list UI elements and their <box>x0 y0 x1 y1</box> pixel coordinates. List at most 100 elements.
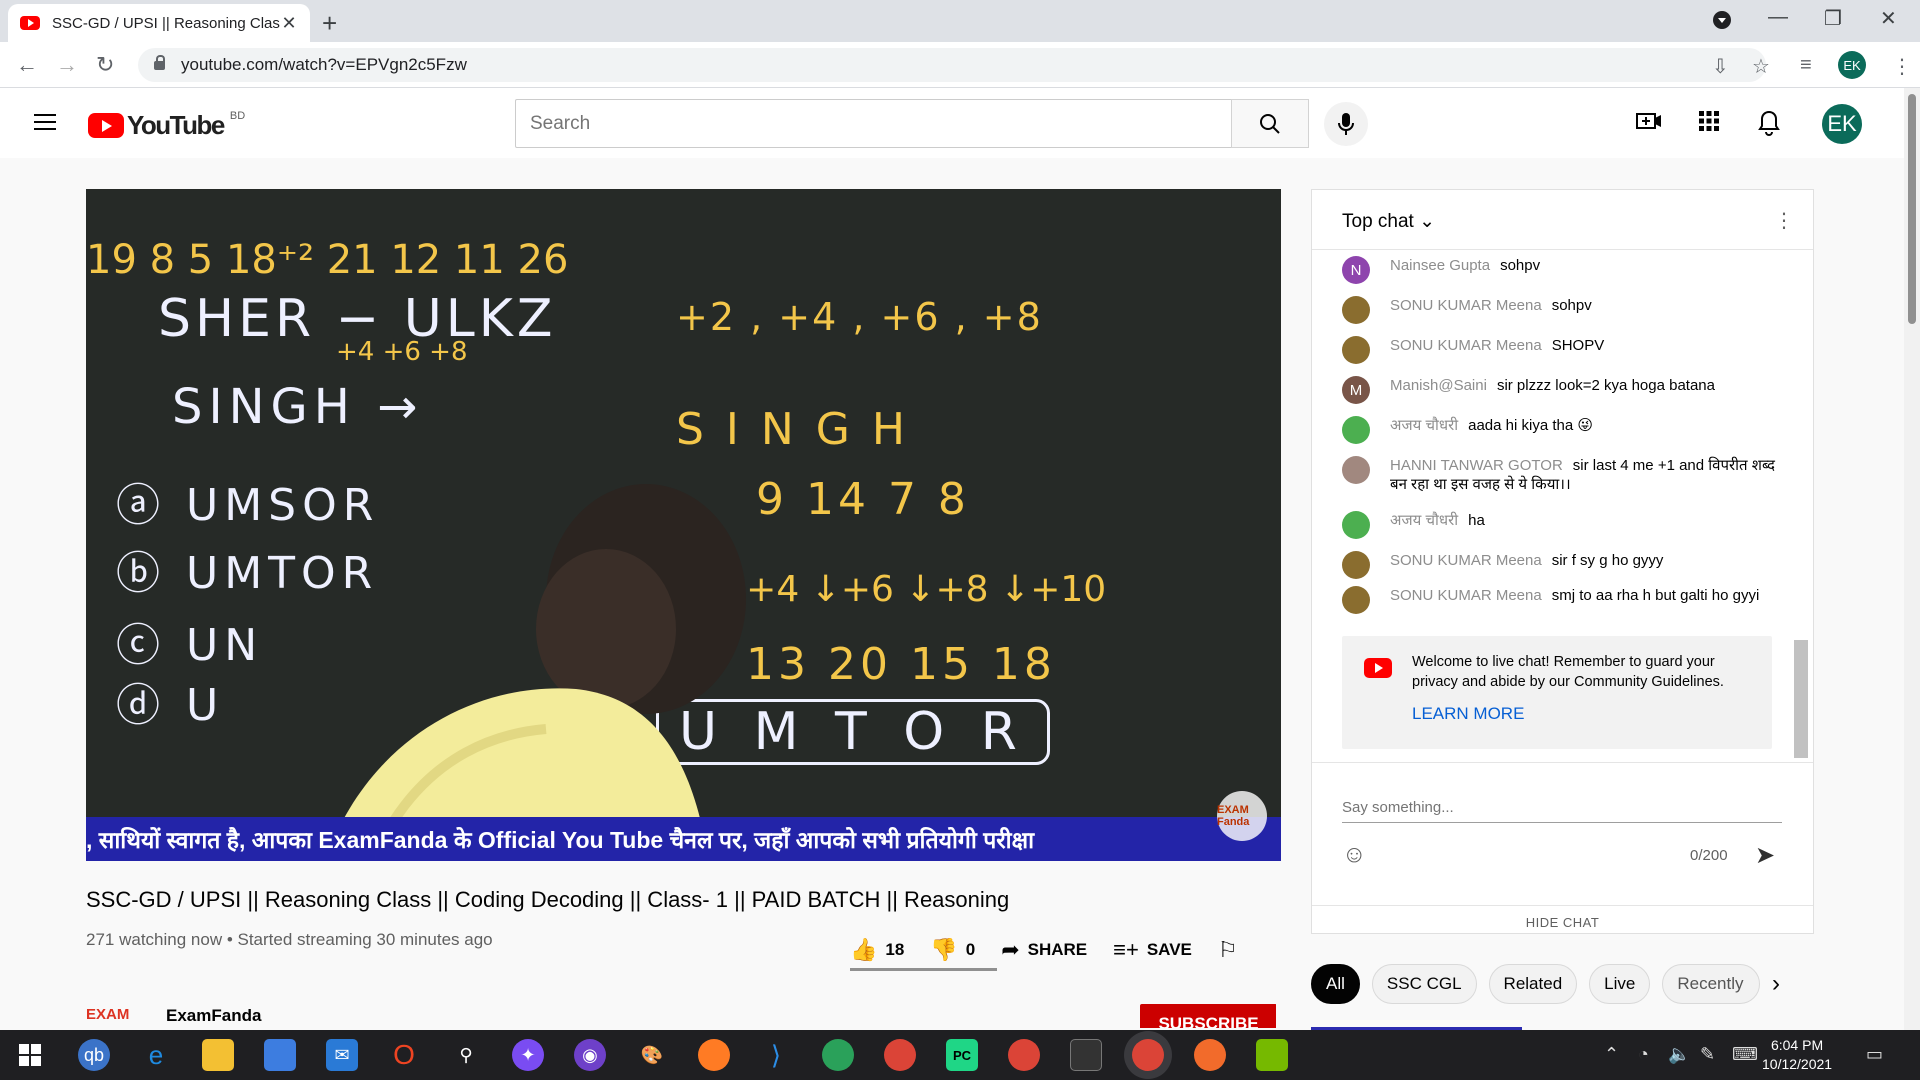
channel-name[interactable]: ExamFanda <box>166 1006 261 1026</box>
youtube-logo[interactable]: YouTube BD <box>88 110 245 141</box>
store-icon[interactable] <box>264 1039 296 1071</box>
keyboard-icon[interactable]: ⌨ <box>1732 1044 1758 1065</box>
volume-icon[interactable]: 🔈 <box>1668 1044 1690 1065</box>
qbittorrent-icon[interactable]: qb <box>78 1039 110 1071</box>
install-app-icon[interactable]: ⇩ <box>1712 54 1729 79</box>
chat-text: sir plzzz look=2 kya hoga batana <box>1496 377 1715 394</box>
minimize-window-icon[interactable]: — <box>1768 6 1788 29</box>
close-window-icon[interactable]: ✕ <box>1880 6 1897 31</box>
terminal-icon[interactable] <box>1070 1039 1102 1071</box>
chat-author[interactable]: SONU KUMAR Meena <box>1390 587 1542 604</box>
chat-author[interactable]: SONU KUMAR Meena <box>1390 297 1542 314</box>
thumbs-down-icon: 👎 <box>930 937 958 962</box>
chip-live[interactable]: Live <box>1589 964 1651 1004</box>
chip-recently[interactable]: Recently <box>1662 964 1761 1004</box>
dislike-button[interactable]: 👎 0 <box>930 937 975 963</box>
mail-icon[interactable]: ✉ <box>326 1039 358 1071</box>
like-button[interactable]: 👍 18 <box>850 937 904 963</box>
chat-text: sohpv <box>1551 297 1592 314</box>
learn-more-link[interactable]: LEARN MORE <box>1412 704 1524 724</box>
opera-icon[interactable]: O <box>388 1039 420 1071</box>
chat-author[interactable]: HANNI TANWAR GOTOR <box>1390 457 1563 474</box>
firefox-icon[interactable] <box>698 1039 730 1071</box>
chat-message: अजय चौधरी aada hi kiya tha 😜 <box>1342 416 1782 444</box>
chat-avatar <box>1342 456 1370 484</box>
windows-start-icon[interactable] <box>14 1039 46 1071</box>
chip-all[interactable]: All <box>1311 964 1360 1004</box>
chat-message-input[interactable] <box>1342 793 1782 823</box>
chevron-right-icon[interactable]: › <box>1772 970 1780 998</box>
report-button[interactable]: ⚐ <box>1218 937 1246 963</box>
account-avatar[interactable]: EK <box>1822 104 1862 144</box>
maximize-window-icon[interactable]: ❐ <box>1824 6 1842 31</box>
chat-author[interactable]: Manish@Saini <box>1390 377 1487 394</box>
chat-author[interactable]: SONU KUMAR Meena <box>1390 337 1542 354</box>
chrome-active-icon[interactable] <box>1132 1039 1164 1071</box>
voice-search-button[interactable] <box>1324 102 1368 146</box>
video-player[interactable]: 19 8 5 18⁺² 21 12 11 26 SHER − ULKZ +4 +… <box>86 189 1281 861</box>
hamburger-menu-icon[interactable] <box>34 114 56 130</box>
github-icon[interactable]: ◉ <box>574 1039 606 1071</box>
notifications-bell-icon[interactable] <box>1758 110 1780 143</box>
chat-header: Top chat ⌄ ⋮ <box>1312 190 1813 250</box>
chat-message: SONU KUMAR Meena smj to aa rha h but galt… <box>1342 586 1782 614</box>
hide-chat-button[interactable]: HIDE CHAT <box>1312 905 1813 933</box>
messenger-icon[interactable]: ✦ <box>512 1039 544 1071</box>
page-scrollbar[interactable] <box>1904 88 1920 1030</box>
chip-related[interactable]: Related <box>1488 964 1578 1004</box>
create-video-icon[interactable] <box>1636 110 1662 139</box>
satellite-app-icon[interactable]: ⚲ <box>450 1039 482 1071</box>
edge-dev-icon[interactable] <box>822 1039 854 1071</box>
chat-message: HANNI TANWAR GOTOR sir last 4 me +1 and व… <box>1342 456 1782 494</box>
chat-author[interactable]: अजय चौधरी <box>1390 417 1458 434</box>
emoji-icon[interactable]: ☺ <box>1342 841 1367 869</box>
network-icon[interactable]: ◔ <box>1638 1044 1649 1065</box>
send-icon[interactable]: ➤ <box>1755 841 1775 870</box>
taskbar-clock[interactable]: 6:04 PM 10/12/2021 <box>1762 1036 1832 1074</box>
address-bar[interactable]: youtube.com/watch?v=EPVgn2c5Fzw <box>138 48 1766 82</box>
subscribe-button[interactable]: SUBSCRIBE <box>1140 1004 1276 1028</box>
chat-author[interactable]: SONU KUMAR Meena <box>1390 552 1542 569</box>
paint-icon[interactable]: 🎨 <box>636 1039 668 1071</box>
save-button[interactable]: ≡+ SAVE <box>1113 937 1192 963</box>
reload-icon[interactable]: ↻ <box>96 52 114 78</box>
chat-message: अजय चौधरी ha <box>1342 511 1782 539</box>
forward-arrow-icon[interactable]: → <box>56 52 78 78</box>
chrome-profile-icon[interactable] <box>1008 1039 1040 1071</box>
media-control-icon[interactable]: ≡ <box>1800 54 1812 77</box>
back-arrow-icon[interactable]: ← <box>16 52 38 78</box>
file-explorer-icon[interactable] <box>202 1039 234 1071</box>
chip-ssc-cgl[interactable]: SSC CGL <box>1371 964 1477 1004</box>
browser-menu-icon[interactable]: ⋮ <box>1892 54 1912 79</box>
chat-author[interactable]: अजय चौधरी <box>1390 512 1458 529</box>
browser-profile-avatar[interactable]: EK <box>1838 51 1866 79</box>
tab-search-icon[interactable] <box>1712 10 1732 36</box>
close-tab-icon[interactable]: ✕ <box>280 13 298 34</box>
search-button[interactable] <box>1231 99 1309 148</box>
show-hidden-icons-icon[interactable]: ⌃ <box>1604 1044 1619 1065</box>
bookmark-star-icon[interactable]: ☆ <box>1752 54 1770 79</box>
notifications-icon[interactable]: ▭ <box>1866 1044 1883 1065</box>
chat-author[interactable]: Nainsee Gupta <box>1390 257 1490 274</box>
browser-tab[interactable]: SSC-GD / UPSI || Reasoning Clas ✕ <box>8 4 310 42</box>
chrome-icon[interactable] <box>884 1039 916 1071</box>
postman-icon[interactable] <box>1194 1039 1226 1071</box>
share-button[interactable]: ➦ SHARE <box>1001 937 1087 963</box>
vscode-icon[interactable]: ⟩ <box>760 1039 792 1071</box>
apps-grid-icon[interactable] <box>1698 110 1720 139</box>
chat-more-icon[interactable]: ⋮ <box>1774 208 1794 233</box>
pen-icon[interactable]: ✎ <box>1700 1044 1715 1065</box>
channel-logo[interactable]: EXAM <box>86 1006 144 1028</box>
page-scrollbar-thumb[interactable] <box>1908 94 1916 324</box>
new-tab-icon[interactable]: + <box>322 8 337 39</box>
windows-taskbar: qb e ✉ O ⚲ ✦ ◉ 🎨 ⟩ PC ⌃ ◔ 🔈 ✎ ⌨ 6:04 PM … <box>0 1030 1920 1080</box>
chat-message: SONU KUMAR Meena SHOPV <box>1342 336 1782 364</box>
chat-mode-dropdown[interactable]: Top chat ⌄ <box>1342 210 1435 233</box>
search-input[interactable] <box>515 99 1232 148</box>
chat-message: M Manish@Saini sir plzzz look=2 kya hoga … <box>1342 376 1782 404</box>
pycharm-icon[interactable]: PC <box>946 1039 978 1071</box>
edge-icon[interactable]: e <box>140 1039 172 1071</box>
nvidia-icon[interactable] <box>1256 1039 1288 1071</box>
chat-scrollbar[interactable] <box>1794 640 1808 758</box>
youtube-play-icon <box>88 113 124 138</box>
